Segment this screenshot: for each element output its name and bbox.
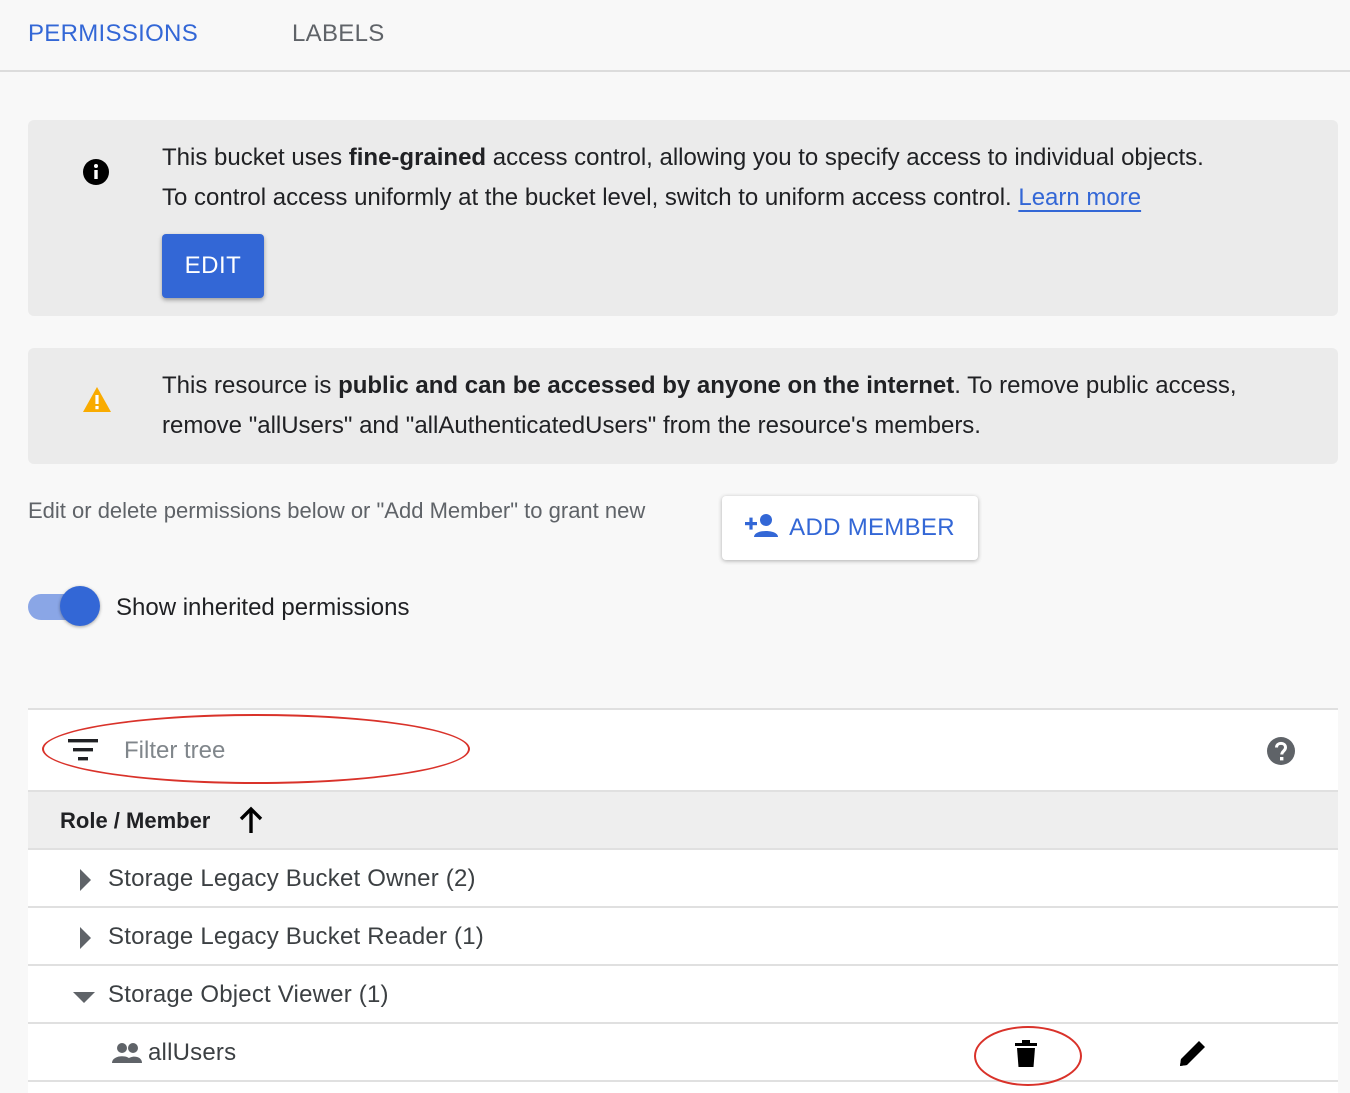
tab-bar: PERMISSIONS LABELS [0,0,1350,72]
add-person-icon [745,512,779,545]
warning-text-part: This resource is [162,372,339,399]
tree-row[interactable]: Storage Object Viewer (1) [28,966,1338,1024]
show-inherited-toggle[interactable] [28,586,102,628]
info-icon [82,158,110,191]
member-label: allUsers [148,1039,237,1066]
info-banner: This bucket uses fine-grained access con… [28,120,1338,316]
help-icon[interactable] [1266,736,1296,771]
helper-text: Edit or delete permissions below or "Add… [28,498,646,523]
caret-right-icon[interactable] [78,868,92,897]
tree-row-label: Storage Legacy Bucket Reader (1) [108,923,484,950]
tree-row-label: Storage Object Viewer (1) [108,981,389,1008]
warning-text-bold: public and can be accessed by anyone on … [338,372,955,399]
add-member-button[interactable]: ADD MEMBER [722,496,978,560]
caret-right-icon[interactable] [78,926,92,955]
warning-banner: This resource is public and can be acces… [28,348,1338,464]
column-header-role-member[interactable]: Role / Member [60,808,210,834]
info-text-part: access control, allowing you to specify … [486,144,1204,171]
trash-icon[interactable] [1014,1040,1038,1073]
info-text-line2: To control access uniformly at the bucke… [162,184,1019,211]
pencil-icon[interactable] [1178,1038,1208,1073]
filter-tree-input[interactable] [124,730,464,772]
table-header: Role / Member [28,792,1338,850]
tree-row-label: Storage Legacy Bucket Owner (2) [108,865,476,892]
filter-icon[interactable] [68,738,98,767]
warning-banner-text: This resource is public and can be acces… [162,366,1298,446]
member-row[interactable]: allUsers [28,1024,1338,1082]
info-text-bold: fine-grained [348,144,487,171]
caret-down-icon[interactable] [72,990,96,1009]
toggle-label: Show inherited permissions [116,594,410,621]
tab-labels[interactable]: LABELS [292,20,385,48]
permissions-tree-table: Role / Member Storage Legacy Bucket Owne… [28,708,1338,1093]
toggle-thumb [60,586,100,626]
warning-icon [82,386,112,419]
learn-more-link[interactable]: Learn more [1018,184,1141,211]
tab-permissions[interactable]: PERMISSIONS [28,20,198,48]
tree-row[interactable]: Storage Legacy Bucket Reader (1) [28,908,1338,966]
add-member-label: ADD MEMBER [789,514,955,541]
info-text-part: This bucket uses [162,144,349,171]
tree-row[interactable]: Storage Legacy Bucket Owner (2) [28,850,1338,908]
info-banner-text: This bucket uses fine-grained access con… [162,138,1298,218]
people-icon [112,1042,142,1069]
sort-arrow-up-icon[interactable] [236,806,266,841]
edit-button[interactable]: EDIT [162,234,264,298]
filter-row [28,710,1338,792]
